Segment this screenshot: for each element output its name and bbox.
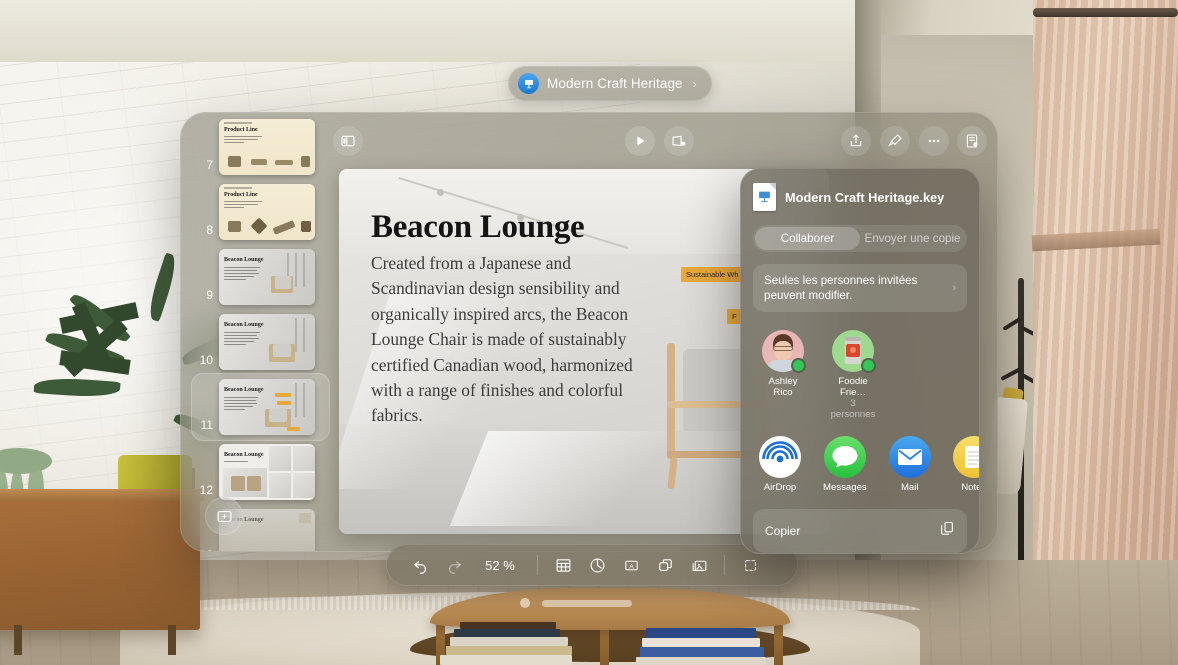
credenza-top [0,489,204,501]
document-options-button[interactable] [957,126,987,156]
chevron-right-icon[interactable]: › [693,77,697,91]
share-mode-segmented-control[interactable]: Collaborer Envoyer une copie [753,225,967,252]
avatar [762,330,806,373]
format-button[interactable] [880,126,910,156]
suggested-people-row: Ashley Rico Foodie Frie… 3 personnes [753,330,967,420]
tab-send-copy[interactable]: Envoyer une copie [860,227,965,250]
redo-button[interactable] [437,550,471,580]
copy-action-row[interactable]: Copier [753,509,967,553]
sidebar-toggle-button[interactable] [333,126,363,156]
add-slide-button[interactable] [205,497,243,535]
insert-media-button[interactable] [682,550,716,580]
permission-label: Seules les personnes invitées peuvent mo… [764,274,918,302]
copy-label: Copier [765,524,801,538]
window-resize-bar[interactable] [542,599,632,607]
person-name-line1: Foodie Frie… [838,376,868,398]
share-panel-filename: Modern Craft Heritage.key [785,189,945,205]
window-controls[interactable] [520,598,640,608]
credenza-leg [14,625,22,655]
keynote-document-icon [753,183,776,211]
slide-thumbnail[interactable]: Beacon Lounge [219,249,315,305]
notes-icon [952,436,979,478]
zoom-level-value[interactable]: 52 % [471,558,529,573]
chevron-right-icon: › [952,282,956,294]
slide-number: 11 [200,418,213,432]
slide-body-text[interactable]: Created from a Japanese and Scandinavian… [371,251,661,429]
insert-chart-button[interactable] [580,550,614,580]
selection-button[interactable] [733,550,767,580]
app-label: Notes [961,482,979,493]
tab-collaborate[interactable]: Collaborer [755,227,860,250]
slide-navigator[interactable]: 7 Product Line 8 Product Line 9 Beacon L… [191,113,336,551]
slide-thumbnail[interactable]: Beacon Lounge [219,314,315,370]
share-panel-header: Modern Craft Heritage.key [753,183,967,211]
permission-row[interactable]: Seules les personnes invitées peuvent mo… [753,264,967,312]
thumb-title: Beacon Lounge [224,322,264,328]
toolbar-divider [537,555,538,575]
copy-icon [939,520,955,542]
slide-title[interactable]: Beacon Lounge [371,209,585,246]
thumbnail-item-7[interactable]: 7 Product Line [197,119,315,175]
insert-shape-button[interactable] [648,550,682,580]
person-name-line1: Ashley [768,376,798,387]
play-button[interactable] [625,126,655,156]
book-stack [440,620,770,665]
app-label: Mail [900,482,919,493]
insert-text-button[interactable]: A [614,550,648,580]
window-close-dot[interactable] [520,598,530,608]
thumbnail-item-8[interactable]: 8 Product Line [197,184,315,240]
curtain-rod [1033,8,1178,17]
credenza [0,495,200,630]
present-button[interactable] [664,126,694,156]
toolbar-divider [724,555,725,575]
thumbnail-item-10[interactable]: 10 Beacon Lounge [197,314,315,370]
slide-thumbnail[interactable]: Beacon Lounge [219,379,315,435]
person-name-line2: Rico [773,387,793,398]
app-label: AirDrop [763,482,797,493]
share-apps-row: AirDrop Messages Mail Not [753,436,979,493]
thumb-title: Beacon Lounge [224,452,264,458]
app-notes[interactable]: Notes [952,436,979,493]
slide-number: 7 [206,158,213,172]
slide-number: 9 [206,288,213,302]
slide-number: 12 [199,483,213,497]
app-airdrop[interactable]: AirDrop [759,436,801,493]
app-label: Messages [823,482,867,493]
airdrop-icon [759,436,801,478]
online-badge [861,358,876,373]
window-title-label: Modern Craft Heritage [547,76,683,91]
person-subtitle: 3 personnes [830,398,876,420]
keynote-icon [518,73,539,94]
share-button[interactable] [841,126,871,156]
app-mail[interactable]: Mail [888,436,931,493]
more-button[interactable] [919,126,949,156]
person-ashley-rico[interactable]: Ashley Rico [759,330,807,420]
credenza-leg [168,625,176,655]
person-foodie-friends[interactable]: Foodie Frie… 3 personnes [829,330,877,420]
app-messages[interactable]: Messages [823,436,867,493]
thumb-title: Beacon Lounge [224,257,264,263]
thumb-title: Product Line [224,127,258,133]
thumbnail-item-11[interactable]: 11 Beacon Lounge [197,379,315,435]
slide-thumbnail[interactable]: Product Line [219,184,315,240]
share-panel: Modern Craft Heritage.key Collaborer Env… [740,168,980,554]
slide-number: 8 [206,223,213,237]
thumbnail-item-12[interactable]: 12 Beacon Lounge [197,444,315,500]
slide-thumbnail[interactable]: Beacon Lounge [219,444,315,500]
slide-number: 10 [199,353,213,367]
thumb-title: Beacon Lounge [224,387,264,393]
bottom-toolbar: 52 % A [386,544,798,586]
thumbnail-item-9[interactable]: 9 Beacon Lounge [197,249,315,305]
slide-thumbnail[interactable]: Product Line [219,119,315,175]
window-title-pill[interactable]: Modern Craft Heritage › [508,66,712,101]
annotation-label[interactable]: Sustainable Wh [681,267,744,282]
undo-button[interactable] [403,550,437,580]
avatar [832,330,876,373]
thumb-title: Product Line [224,192,258,198]
mail-icon [888,436,931,478]
messages-icon [823,436,866,478]
online-badge [791,358,806,373]
track-light-fixture [437,189,444,196]
insert-table-button[interactable] [546,550,580,580]
